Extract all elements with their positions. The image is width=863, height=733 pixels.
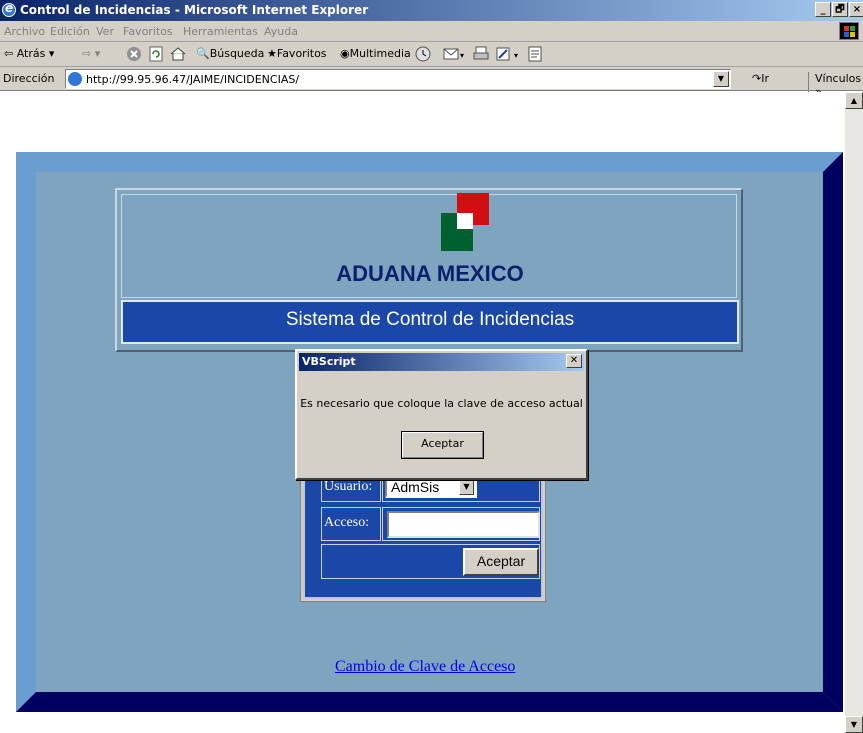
back-label: Atrás [16,47,46,60]
favorites-button[interactable]: ★Favoritos [267,47,327,60]
search-button[interactable]: 🔍Búsqueda [196,47,264,60]
forward-button[interactable]: ⇨ ▾ [82,47,100,60]
brand-title: ADUANA MEXICO [336,261,524,286]
address-label: Dirección [3,72,55,85]
edit-dropdown[interactable]: ▾ [514,51,518,60]
print-icon[interactable] [473,46,489,62]
media-label: Multimedia [349,47,411,60]
maximize-button[interactable]: 🗗 [832,2,848,17]
access-input[interactable] [387,511,540,538]
user-select-value: AdmSis [391,479,440,495]
toolbar: ⇦ Atrás ▾ ⇨ ▾ 🔍Búsqueda ★Favoritos ◉Mult… [0,42,863,67]
favorites-icon: ★ [267,47,277,60]
internet-explorer-icon [2,1,16,17]
favorites-label: Favoritos [276,47,327,60]
discuss-icon[interactable] [527,46,543,62]
scroll-up-icon[interactable]: ▲ [845,92,863,109]
vbscript-dialog: VBScript ✕ Es necesario que coloque la c… [295,349,588,480]
change-password-link[interactable]: Cambio de Clave de Acceso [335,658,515,676]
dialog-ok-button[interactable]: Aceptar [401,431,484,459]
search-icon: 🔍 [196,47,210,60]
go-button[interactable]: ↷Ir [752,72,769,85]
frame-bevel-right [823,152,843,712]
menu-herramientas[interactable]: Herramientas [183,25,258,38]
scroll-down-icon[interactable]: ▼ [845,716,863,733]
menu-ayuda[interactable]: Ayuda [264,25,298,38]
address-input[interactable]: http://99.95.96.47/JAIME/INCIDENCIAS/ ▼ [65,69,731,89]
dialog-title: VBScript [302,355,356,368]
go-arrow-icon: ↷ [752,72,762,85]
address-url: http://99.95.96.47/JAIME/INCIDENCIAS/ [86,73,300,86]
media-icon: ◉ [340,47,350,60]
stop-icon[interactable] [126,46,142,62]
media-button[interactable]: ◉Multimedia [340,47,411,60]
links-label: Vínculos [815,72,862,85]
close-button[interactable]: × [849,2,863,17]
go-label: Ir [761,72,769,85]
logo-white-square [457,213,473,229]
dialog-titlebar[interactable]: VBScript ✕ [299,353,584,371]
menu-ver[interactable]: Ver [96,25,114,38]
access-label: Acceso: [324,515,370,530]
dialog-close-icon[interactable]: ✕ [566,354,582,368]
mail-icon[interactable] [443,46,459,62]
window-titlebar[interactable]: Control de Incidencias - Microsoft Inter… [0,0,863,21]
history-icon[interactable] [415,46,431,62]
address-dropdown-icon[interactable]: ▼ [713,71,729,87]
address-bar: Dirección http://99.95.96.47/JAIME/INCID… [0,67,863,98]
window-title: Control de Incidencias - Microsoft Inter… [20,3,369,17]
login-submit-button[interactable]: Aceptar [463,548,539,576]
home-icon[interactable] [170,46,186,62]
search-label: Búsqueda [209,47,265,60]
mail-dropdown[interactable]: ▾ [460,51,464,60]
menu-favoritos[interactable]: Favoritos [123,25,173,38]
edit-icon[interactable] [495,46,511,62]
aduana-logo [441,193,489,253]
frame-bevel-bottom [16,692,843,712]
menu-archivo[interactable]: Archivo [4,25,45,38]
minimize-button[interactable]: _ [815,2,831,17]
dialog-message: Es necesario que coloque la clave de acc… [300,397,583,410]
user-label: Usuario: [324,479,373,494]
refresh-icon[interactable] [148,46,164,62]
vertical-scrollbar[interactable]: ▲ ▼ [845,92,863,733]
menu-edicion[interactable]: Edición [50,25,90,38]
menu-bar: Archivo Edición Ver Favoritos Herramient… [0,21,863,42]
page-icon [68,72,82,86]
windows-logo-icon [839,22,859,40]
back-button[interactable]: ⇦ Atrás ▾ [4,47,54,60]
system-title: Sistema de Control de Incidencias [285,309,575,330]
chevron-down-icon[interactable]: ▼ [459,479,474,495]
